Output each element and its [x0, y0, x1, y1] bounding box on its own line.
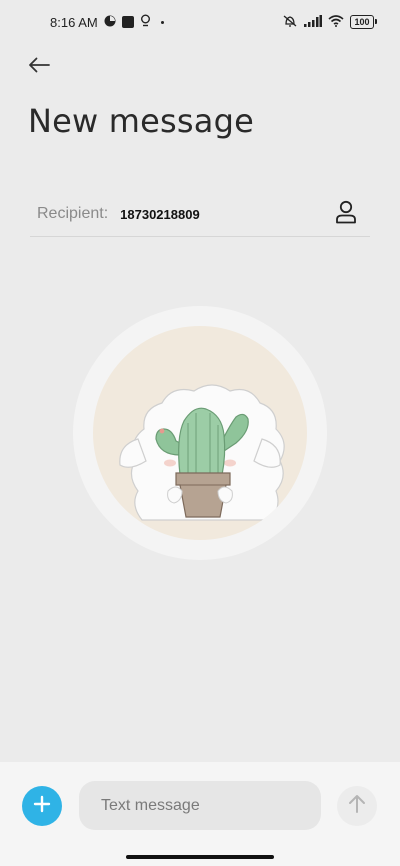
stop-icon — [121, 16, 134, 28]
contact-icon — [335, 200, 357, 229]
recipient-label: Recipient: — [37, 205, 109, 222]
back-button[interactable] — [22, 52, 56, 82]
status-bar: 8:16 AM 100 — [0, 0, 400, 44]
recipient-field[interactable]: Recipient: 18730218809 — [30, 192, 370, 237]
location-icon — [140, 14, 151, 30]
contact-picker-button[interactable] — [332, 200, 360, 228]
wifi-icon — [328, 14, 344, 30]
empty-state-illustration — [72, 305, 328, 561]
message-input[interactable] — [79, 781, 321, 830]
send-button[interactable] — [337, 786, 377, 826]
mute-icon — [282, 14, 298, 31]
home-indicator[interactable] — [126, 855, 274, 859]
recipient-value[interactable]: 18730218809 — [120, 207, 200, 222]
page-title: New message — [28, 102, 254, 140]
attach-button[interactable] — [22, 786, 62, 826]
signal-icon — [304, 14, 322, 30]
battery-icon: 100 — [350, 15, 377, 29]
status-time: 8:16 AM — [50, 14, 98, 30]
notification-icon — [104, 15, 116, 30]
more-notifications-icon — [160, 20, 164, 24]
status-left: 8:16 AM — [50, 14, 164, 30]
send-arrow-icon — [348, 794, 366, 819]
status-right: 100 — [282, 14, 377, 31]
back-arrow-icon — [28, 57, 50, 78]
plus-icon — [33, 795, 51, 818]
